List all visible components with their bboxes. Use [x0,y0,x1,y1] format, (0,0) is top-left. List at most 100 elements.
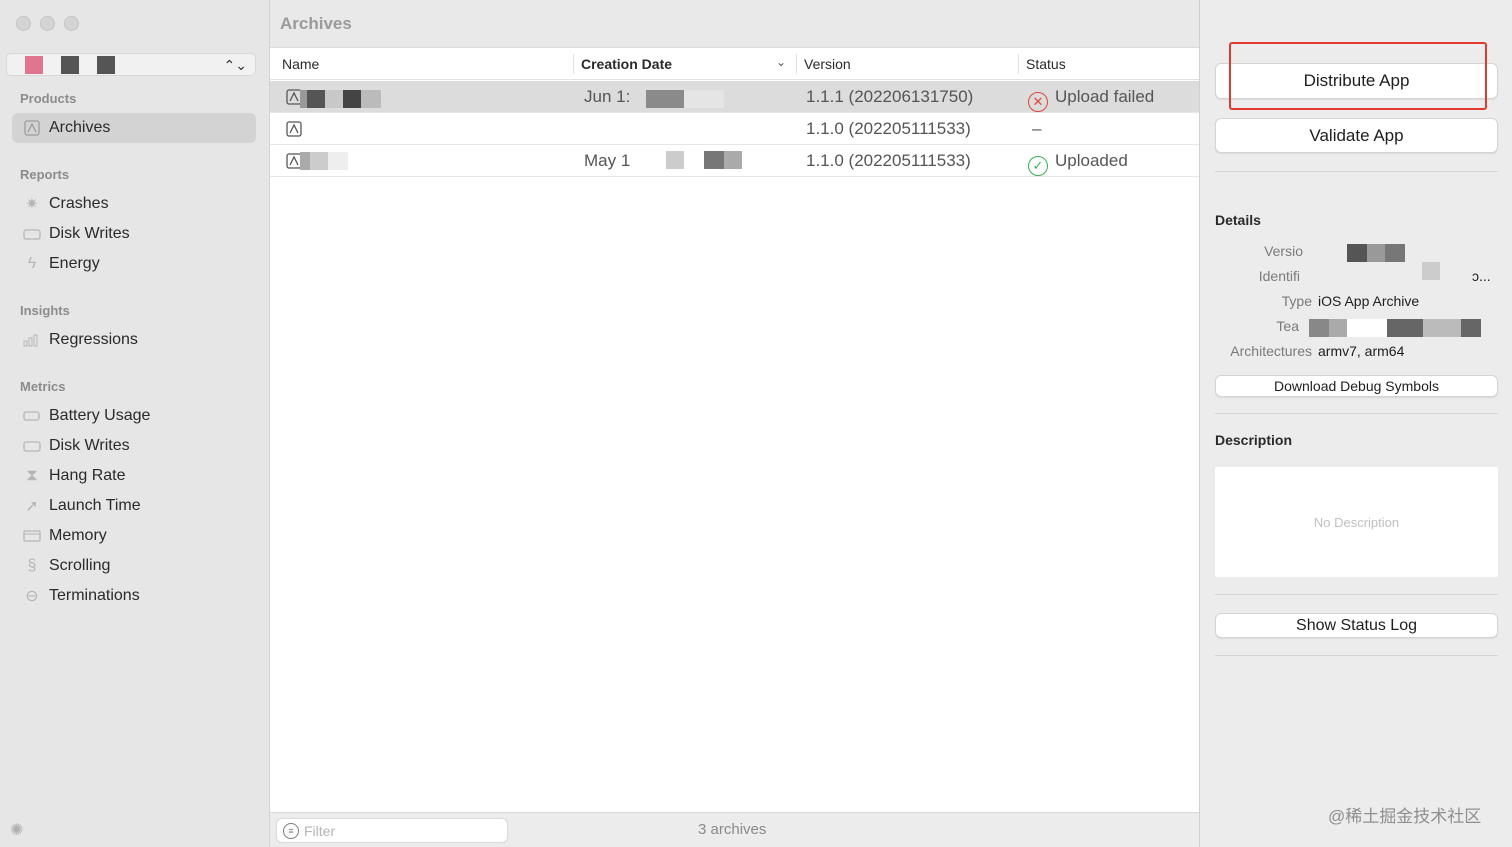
sidebar-item-label: Terminations [49,587,140,604]
sidebar-item-label: Scrolling [49,557,111,574]
status-cell: ✓ Uploaded [1028,151,1128,176]
status-cell: ✕ Upload failed [1028,87,1154,112]
sidebar-item-energy[interactable]: ϟ Energy [12,249,256,279]
column-separator [573,54,574,74]
detail-value: iOS App Archive [1318,293,1420,309]
archive-count: 3 archives [698,821,767,838]
sidebar-item-label: Crashes [49,195,109,212]
sidebar-item-crashes[interactable]: ✷ Crashes [12,189,256,219]
sidebar-item-label: Launch Time [49,497,141,514]
watermark-text: @稀土掘金技术社区 [1328,807,1482,826]
inspector-panel: Distribute App Validate App Details Vers… [1199,0,1512,847]
reports-section-title: Reports [20,167,70,182]
detail-key: Versio [1264,243,1303,259]
sidebar-item-terminations[interactable]: ⊖ Terminations [12,581,256,611]
sidebar-item-label: Memory [49,527,107,544]
main-footer: ≡ Filter 3 archives [270,812,1199,847]
sidebar-item-label: Energy [49,255,100,272]
detail-key: Tea [1276,318,1299,334]
redacted-version [1347,244,1405,262]
products-section-title: Products [20,91,77,106]
column-header-name[interactable]: Name [282,56,319,72]
disk-icon [22,436,42,456]
bolt-icon: ϟ [27,255,37,272]
sidebar-item-label: Archives [49,119,111,136]
hourglass-icon: ⧗ [26,467,38,484]
sidebar-item-label: Disk Writes [49,437,130,454]
sidebar-item-regressions[interactable]: Regressions [12,325,256,355]
memory-chip-icon [22,526,42,546]
sidebar-item-label: Disk Writes [49,225,130,242]
checkmark-circle-icon: ✓ [1028,156,1048,176]
chevron-down-icon: ⌄ [776,55,787,69]
version-cell: 1.1.1 (202206131750) [806,87,974,106]
app-selector[interactable]: ⌃⌄ [6,53,256,76]
detail-value: ɔ... [1472,268,1491,284]
close-window-button[interactable] [16,16,31,31]
column-header-version[interactable]: Version [804,56,851,72]
table-row[interactable]: May 1 1.1.0 (202205111533) ✓ Uploaded [270,145,1199,177]
column-separator [1018,54,1019,74]
redacted-identifier [1422,262,1440,280]
crash-icon: ✷ [25,196,39,213]
column-separator [796,54,797,74]
column-header-status[interactable]: Status [1026,56,1066,72]
redacted-name [300,152,348,170]
archive-icon [286,121,302,137]
redacted-name [300,90,381,108]
sidebar-item-disk-writes-metric[interactable]: Disk Writes [12,431,256,461]
highlight-annotation [1229,42,1487,110]
battery-icon [22,406,42,426]
main-header: Archives [270,0,1199,48]
filter-field[interactable]: ≡ Filter [276,818,508,843]
page-title: Archives [280,14,352,33]
error-circle-icon: ✕ [1028,92,1048,112]
table-row[interactable]: Jun 1: 1.1.1 (202206131750) ✕ Upload fail… [270,81,1199,113]
status-text: Uploaded [1055,151,1128,170]
archive-icon [22,118,42,138]
detail-key: Architectures [1230,343,1312,359]
zoom-window-button[interactable] [64,16,79,31]
divider [1215,655,1498,656]
minimize-window-button[interactable] [40,16,55,31]
scroll-icon: § [27,557,37,574]
description-placeholder: No Description [1313,514,1400,530]
detail-identifier-tail: ɔ... [1472,268,1491,284]
sidebar-item-memory[interactable]: Memory [12,521,256,551]
sidebar-item-label: Hang Rate [49,467,126,484]
chevron-updown-icon: ⌃⌄ [223,57,247,73]
sidebar-item-launch-time[interactable]: ➚ Launch Time [12,491,256,521]
sidebar-item-scrolling[interactable]: § Scrolling [12,551,256,581]
sidebar-item-hang-rate[interactable]: ⧗ Hang Rate [12,461,256,491]
details-title: Details [1215,212,1261,228]
archives-main: Archives Name Creation Date ⌄ Version St… [270,0,1199,847]
detail-value: armv7, arm64 [1318,343,1405,359]
detail-type-value: iOS App Archive [1318,293,1419,309]
sidebar-item-label: Battery Usage [49,407,151,424]
insights-section-title: Insights [20,303,70,318]
column-header-creation-date[interactable]: Creation Date [581,56,672,72]
rocket-icon: ➚ [25,498,39,515]
creation-date-cell: May 1 [584,151,631,170]
status-text: – [1032,119,1042,138]
app-name-redacted [25,55,115,74]
description-field[interactable]: No Description [1215,467,1498,577]
detail-key: Identifi [1258,268,1300,284]
divider [1215,171,1498,172]
redacted-date [666,151,742,169]
metrics-section-title: Metrics [20,379,66,394]
sidebar-item-battery-usage[interactable]: Battery Usage [12,401,256,431]
window-controls [16,16,79,31]
sidebar-item-label: Regressions [49,331,138,348]
validate-app-button[interactable]: Validate App [1215,118,1498,153]
detail-architectures-value: armv7, arm64 [1318,343,1404,359]
sidebar-item-disk-writes-report[interactable]: Disk Writes [12,219,256,249]
sidebar-item-archives[interactable]: Archives [12,113,256,143]
show-status-log-button[interactable]: Show Status Log [1215,613,1498,638]
table-row[interactable]: 1.1.0 (202205111533) – [270,113,1199,145]
bar-chart-icon [22,330,42,350]
redacted-date [646,90,724,108]
download-debug-symbols-button[interactable]: Download Debug Symbols [1215,375,1498,397]
activity-spinner-icon: ✺ [10,822,24,839]
minus-circle-icon: ⊖ [25,588,39,605]
